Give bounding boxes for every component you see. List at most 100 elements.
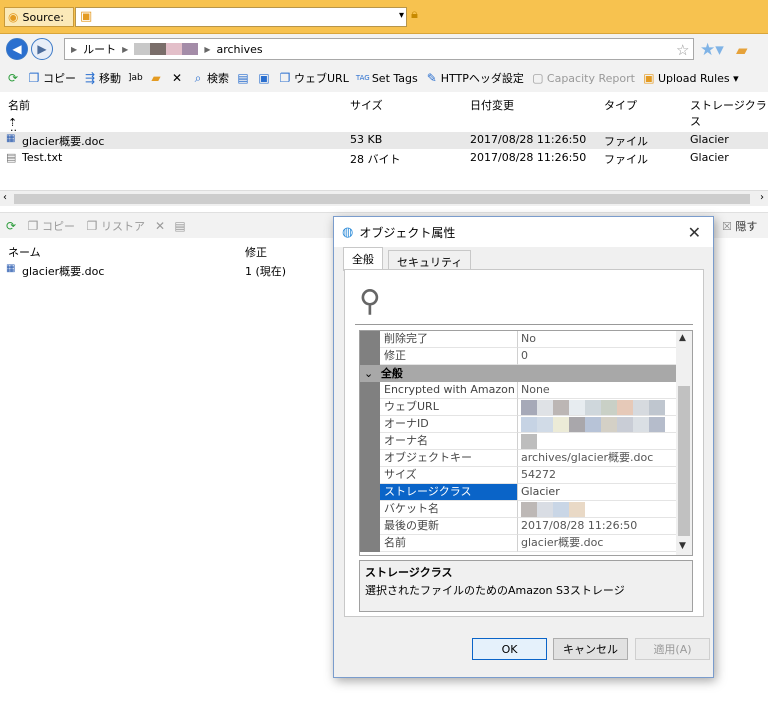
upload-rules-button[interactable]: ▣ Upload Rules ▾ [640,71,741,85]
chevron-right-icon: ▶ [204,44,211,54]
chevron-up-icon[interactable]: ▲ [679,333,686,343]
table-row[interactable]: ▦ glacier概要.doc 53 KB 2017/08/28 11:26:5… [0,132,768,149]
property-value[interactable]: glacier概要.doc [518,535,676,552]
main-toolbar: ⟳ ❐ コピー ⇶ 移動 ]ab ▰ ✕ ⌕ 検索 ▤ ▣ ❐ ウェブURL TAG Se… [0,64,768,92]
property-row[interactable]: 名前 glacier概要.doc [360,535,676,552]
hide-button[interactable]: ☒ 隠す [722,218,757,234]
copy-icon: ❐ [27,218,39,233]
tab-general[interactable]: 全般 [343,247,383,271]
chevron-left-icon[interactable]: ‹ [3,192,7,203]
column-name[interactable]: ネーム [8,244,41,260]
http-header-button[interactable]: ✎ HTTPヘッダ設定 [423,70,526,86]
tag-icon: TAG [355,74,370,82]
property-value[interactable] [518,433,676,450]
column-date[interactable]: 日付変更 [470,97,514,113]
property-row[interactable]: オーナ名 [360,433,676,450]
copy-button[interactable]: ❐ コピー [24,218,77,234]
row-gutter [360,348,380,365]
copy-button[interactable]: ❐ コピー [25,70,78,86]
capacity-report-button[interactable]: ▢ Capacity Report [529,71,637,85]
box-icon: ▣ [80,9,93,24]
source-combo[interactable]: ▣ ▾ [75,7,407,27]
property-value[interactable]: None [518,382,676,399]
column-name[interactable]: 名前 [8,97,30,113]
property-name: サイズ [380,467,518,484]
chevron-right-icon[interactable]: › [760,192,764,203]
property-value[interactable]: archives/glacier概要.doc [518,450,676,467]
property-value[interactable]: No [518,331,676,348]
delete-button[interactable]: ✕ [168,71,186,85]
ok-button[interactable]: OK [472,638,547,660]
set-tags-button[interactable]: TAG Set Tags [354,72,420,85]
scrollbar-thumb[interactable] [14,194,750,204]
property-value[interactable]: 54272 [518,467,676,484]
properties-button[interactable]: ▤ [234,71,252,85]
delete-icon[interactable]: ✕ [153,219,167,233]
breadcrumb-folder[interactable]: archives [216,43,262,56]
dialog-titlebar[interactable]: ◍ オブジェクト属性 ✕ [334,217,713,247]
apply-button[interactable]: 適用(A) [635,638,710,660]
back-button[interactable]: ◀ [6,38,28,60]
forward-button[interactable]: ▶ [31,38,53,60]
property-row[interactable]: サイズ 54272 [360,467,676,484]
property-category[interactable]: ⌄ 全般 [360,365,676,382]
parent-folder-row[interactable]: ⇡ .. [0,115,768,134]
property-row[interactable]: オブジェクトキー archives/glacier概要.doc [360,450,676,467]
property-row[interactable]: Encrypted with Amazon S3 None [360,382,676,399]
column-type[interactable]: タイプ [604,97,637,113]
property-row[interactable]: 最後の更新 2017/08/28 11:26:50 [360,518,676,535]
bookmark-star-icon[interactable]: ★▾ [700,40,724,60]
web-url-button[interactable]: ❐ ウェブURL [276,70,351,86]
property-value[interactable]: 2017/08/28 11:26:50 [518,518,676,535]
folder-up-icon[interactable]: ▰ [736,41,748,59]
property-row[interactable]: 削除完了 No [360,331,676,348]
category-text: 全般 [380,367,403,380]
horizontal-scrollbar[interactable]: ‹ › [0,190,768,206]
breadcrumb-root[interactable]: ルート [83,41,116,57]
redacted-block [553,417,569,432]
preview-button[interactable]: ▣ [255,71,273,85]
bucket-icon: ◉ [8,10,19,24]
vertical-scrollbar[interactable]: ▲ ▼ [676,331,692,555]
lock-icon[interactable]: 🔒︎ [411,7,418,22]
property-value[interactable] [518,399,676,416]
restore-button[interactable]: ❐ リストア [83,218,147,234]
folder-icon: ▰ [151,71,161,85]
move-button[interactable]: ⇶ 移動 [81,70,123,86]
column-version[interactable]: 修正 [245,244,267,260]
arrow-left-icon: ◀ [12,42,22,56]
cancel-button[interactable]: キャンセル [553,638,628,660]
report-icon: ▢ [532,71,544,85]
chevron-down-icon[interactable]: ⌄ [364,367,373,380]
property-row[interactable]: 修正 0 [360,348,676,365]
scrollbar-thumb[interactable] [678,386,690,536]
rename-button[interactable]: ]ab [126,73,144,83]
redacted-value [521,434,676,449]
column-size[interactable]: サイズ [350,97,383,113]
new-folder-button[interactable]: ▰ [147,71,165,85]
property-value[interactable] [518,416,676,433]
close-icon[interactable]: ✕ [688,223,701,242]
redacted-block [521,400,537,415]
address-field[interactable]: ▶ ルート ▶ ▶ archives [64,38,694,60]
source-button[interactable]: ◉ Source: [4,7,74,27]
table-row[interactable]: ▤ Test.txt 28 バイト 2017/08/28 11:26:50 ファ… [0,150,768,167]
star-outline-icon[interactable]: ☆ [676,41,689,59]
property-value[interactable]: 0 [518,348,676,365]
property-row[interactable]: オーナID [360,416,676,433]
refresh-button[interactable]: ⟳ [4,71,22,85]
chevron-down-icon[interactable]: ▾ [399,10,404,21]
property-row[interactable]: バケット名 [360,501,676,518]
chevron-down-icon[interactable]: ▼ [679,541,686,551]
property-value[interactable] [518,501,676,518]
property-row[interactable]: ウェブURL [360,399,676,416]
properties-icon[interactable]: ▤ [173,219,187,233]
property-value[interactable]: Glacier [518,484,676,501]
search-button[interactable]: ⌕ 検索 [189,70,231,86]
redacted-value [521,417,676,432]
row-gutter [360,501,380,518]
tab-security[interactable]: セキュリティ [388,250,472,270]
refresh-icon[interactable]: ⟳ [4,219,18,233]
row-gutter [360,518,380,535]
property-row[interactable]: ストレージクラス Glacier [360,484,676,501]
